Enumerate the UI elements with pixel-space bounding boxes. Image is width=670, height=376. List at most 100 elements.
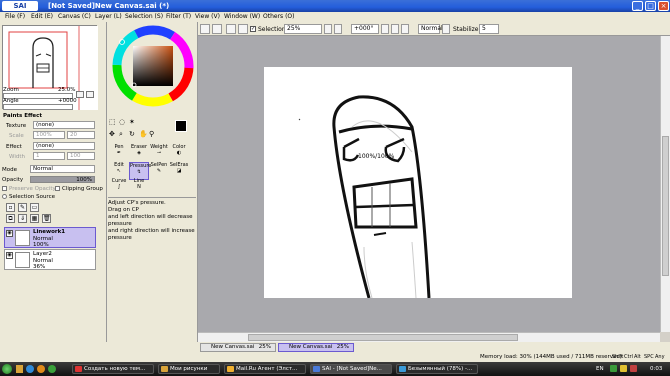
- rotate-right-button[interactable]: [391, 24, 399, 34]
- primary-color-swatch[interactable]: [175, 120, 187, 132]
- copy-layer-icon[interactable]: ⧉: [6, 214, 15, 223]
- move-icon[interactable]: ✥: [109, 130, 115, 138]
- menu-others[interactable]: Others (O): [263, 13, 294, 20]
- layer-row[interactable]: ◉ Linework1 Normal 100%: [4, 227, 96, 248]
- tray-network-icon[interactable]: [610, 365, 617, 372]
- rotate-left-button[interactable]: [381, 24, 389, 34]
- flip-button[interactable]: [442, 24, 450, 34]
- stabilizer-select[interactable]: 5: [479, 24, 499, 34]
- horizontal-scroll-thumb[interactable]: [248, 334, 518, 341]
- zoom-minus-button[interactable]: [324, 24, 332, 34]
- doc-tab[interactable]: New Canvas.sai 25%: [200, 343, 276, 352]
- visibility-eye-icon[interactable]: ◉: [6, 252, 13, 259]
- angle-slider[interactable]: [3, 104, 73, 110]
- minimize-button[interactable]: _: [632, 1, 643, 11]
- delete-layer-icon[interactable]: 🗑: [42, 214, 51, 223]
- task-item[interactable]: Mail.Ru Агент (Элст...: [224, 364, 306, 374]
- width-field[interactable]: 1: [33, 152, 65, 160]
- texture-select[interactable]: (none): [33, 121, 95, 129]
- tool-curve[interactable]: Curve ∫: [109, 178, 129, 196]
- menu-window[interactable]: Window (W): [224, 13, 260, 20]
- clear-layer-icon[interactable]: ▦: [30, 214, 39, 223]
- selection-source-radio[interactable]: [2, 194, 7, 199]
- menu-selection[interactable]: Selection (S): [125, 13, 163, 20]
- width-number[interactable]: 100: [67, 152, 95, 160]
- zoom-tool-icon[interactable]: ⌕: [119, 130, 123, 139]
- menu-view[interactable]: View (V): [195, 13, 220, 20]
- quicklaunch-media-icon[interactable]: [37, 365, 45, 373]
- zoom-select[interactable]: 25%: [284, 24, 322, 34]
- rotate-icon[interactable]: ↻: [129, 130, 135, 138]
- color-wheel[interactable]: [111, 24, 197, 110]
- menu-layer[interactable]: Layer (L): [95, 13, 122, 20]
- memory-load: Memory load: 30% (144MB used / 711MB res…: [480, 354, 623, 360]
- tool-eraser[interactable]: Eraser ◈: [129, 144, 149, 162]
- undo-icon[interactable]: [200, 24, 210, 34]
- doc-tab-active[interactable]: New Canvas.sai 25%: [278, 343, 354, 352]
- layer-row[interactable]: ◉ Layer2 Normal 36%: [4, 249, 96, 270]
- tool-color[interactable]: Color ◐: [169, 144, 189, 162]
- menu-canvas[interactable]: Canvas (C): [58, 13, 91, 20]
- tool-line[interactable]: Line N: [129, 178, 149, 196]
- zoom-out-button[interactable]: [76, 91, 84, 98]
- visibility-eye-icon[interactable]: ◉: [6, 230, 13, 237]
- menu-file[interactable]: File (F): [5, 13, 25, 20]
- merge-down-icon[interactable]: ⇓: [18, 214, 27, 223]
- clipping-group-checkbox[interactable]: [55, 186, 60, 191]
- hand-icon[interactable]: ✋: [139, 130, 148, 138]
- tray-agent-icon[interactable]: [620, 365, 627, 372]
- horizontal-scrollbar[interactable]: [198, 332, 660, 342]
- view-mode-select[interactable]: Normal: [418, 24, 443, 34]
- drawing-canvas[interactable]: 100%/100%: [264, 67, 572, 299]
- zoom-in-button[interactable]: [86, 91, 94, 98]
- blend-mode-select[interactable]: Normal: [30, 165, 95, 173]
- zoom-plus-button[interactable]: [334, 24, 342, 34]
- task-item-active[interactable]: SAI - [Not Saved]Ne...: [310, 364, 392, 374]
- maximize-button[interactable]: □: [645, 1, 656, 11]
- angle-select[interactable]: +000°: [351, 24, 379, 34]
- tool-selpen[interactable]: SelPen ✎: [149, 162, 169, 180]
- layer-thumbnail: [15, 252, 30, 268]
- task-item[interactable]: Безымянный (78%) -...: [396, 364, 478, 374]
- invert-selection-icon[interactable]: [238, 24, 248, 34]
- quicklaunch-app-icon[interactable]: [48, 365, 56, 373]
- rotate-reset-button[interactable]: [401, 24, 409, 34]
- new-linework-layer-icon[interactable]: ✎: [18, 203, 27, 212]
- key-alt: Alt: [634, 354, 641, 360]
- tool-pen[interactable]: Pen ✒: [109, 144, 129, 162]
- toolbar: ✓ Selection 25% +000° Normal Stabilizer …: [198, 22, 670, 36]
- selection-rect-icon[interactable]: ⬚: [109, 118, 116, 126]
- new-layer-icon[interactable]: ▫: [6, 203, 15, 212]
- vertical-scrollbar[interactable]: [660, 36, 670, 332]
- opacity-slider[interactable]: 100%: [30, 176, 95, 183]
- task-item[interactable]: Мои рисунки: [158, 364, 220, 374]
- tool-weight[interactable]: Weight ⊸: [149, 144, 169, 162]
- quicklaunch-browser-icon[interactable]: [26, 365, 34, 373]
- scale-field[interactable]: 100%: [33, 131, 65, 139]
- scale-number[interactable]: 20: [67, 131, 95, 139]
- pressure-readout: 100%/100%: [358, 153, 395, 160]
- close-button[interactable]: ×: [658, 1, 669, 11]
- preserve-opacity-checkbox[interactable]: [2, 186, 7, 191]
- selpen-icon: ✎: [156, 168, 162, 174]
- tool-seleras[interactable]: SelEras ◪: [169, 162, 189, 180]
- canvas-area[interactable]: 100%/100%: [198, 36, 660, 332]
- lasso-icon[interactable]: ◌: [119, 118, 125, 126]
- language-indicator[interactable]: EN: [596, 366, 604, 372]
- magic-wand-icon[interactable]: ✶: [129, 118, 135, 126]
- menu-filter[interactable]: Filter (T): [166, 13, 191, 20]
- redo-icon[interactable]: [212, 24, 222, 34]
- vertical-scroll-thumb[interactable]: [662, 136, 669, 276]
- selection-checkbox[interactable]: ✓: [250, 26, 256, 32]
- new-folder-icon[interactable]: ▭: [30, 203, 39, 212]
- eyedropper-icon[interactable]: ⚲: [149, 130, 154, 138]
- deselect-icon[interactable]: [226, 24, 236, 34]
- quicklaunch-folder-icon[interactable]: [16, 365, 23, 373]
- weight-icon: ⊸: [156, 150, 162, 156]
- start-button[interactable]: [2, 364, 12, 374]
- menu-edit[interactable]: Edit (E): [31, 13, 53, 20]
- left-eye: [342, 137, 360, 162]
- task-item[interactable]: Создать новую тем...: [72, 364, 154, 374]
- tray-antivirus-icon[interactable]: [630, 365, 637, 372]
- effect-select[interactable]: (none): [33, 142, 95, 150]
